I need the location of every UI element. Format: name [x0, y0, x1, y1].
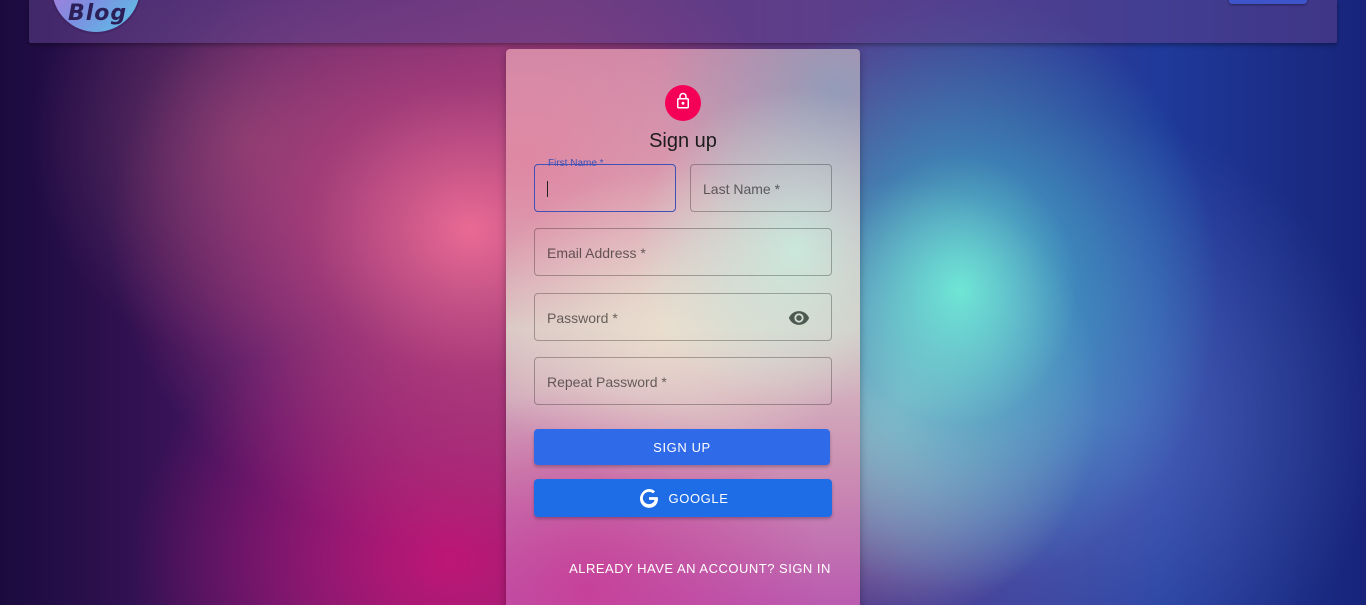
google-button-label: GOOGLE — [668, 490, 729, 506]
sign-up-button-label: SIGN UP — [653, 439, 711, 455]
password-label: Password * — [547, 310, 618, 326]
blog-logo[interactable]: Blog — [52, 0, 140, 32]
first-name-field[interactable]: First Name * — [534, 158, 676, 212]
header-menu-button[interactable] — [1229, 0, 1307, 4]
email-field[interactable]: Email Address * — [534, 228, 832, 276]
lock-icon — [674, 92, 692, 115]
last-name-label: Last Name * — [703, 181, 781, 197]
signup-card: Sign up First Name * Last Name * Email A… — [506, 49, 860, 605]
first-name-label: First Name * — [544, 158, 608, 169]
sign-up-button[interactable]: SIGN UP — [534, 429, 830, 465]
text-cursor — [547, 181, 548, 197]
app-header: Blog — [29, 0, 1337, 43]
last-name-field[interactable]: Last Name * — [690, 164, 832, 212]
password-field[interactable]: Password * — [534, 293, 832, 341]
sign-in-link[interactable]: ALREADY HAVE AN ACCOUNT? SIGN IN — [506, 561, 860, 576]
page-title: Sign up — [649, 130, 717, 152]
repeat-password-label: Repeat Password * — [547, 374, 667, 390]
email-label: Email Address * — [547, 245, 646, 261]
google-icon — [638, 487, 660, 509]
repeat-password-field[interactable]: Repeat Password * — [534, 357, 832, 405]
lock-avatar — [665, 85, 701, 121]
google-sign-in-button[interactable]: GOOGLE — [534, 479, 832, 517]
eye-icon[interactable] — [787, 308, 811, 328]
logo-text: Blog — [68, 1, 128, 26]
